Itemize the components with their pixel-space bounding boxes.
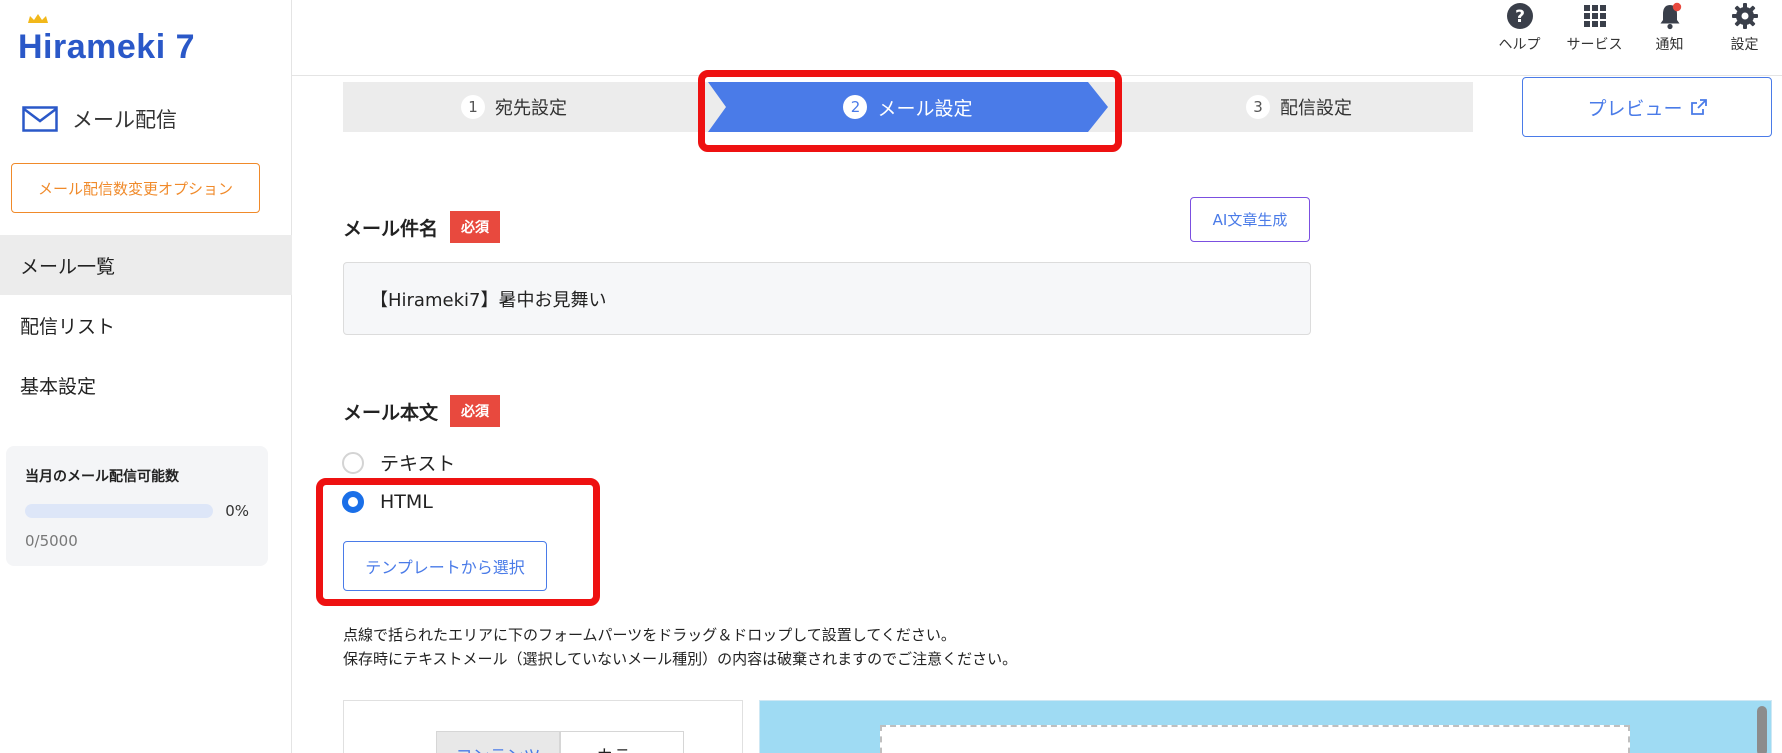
radio-text-option[interactable]: テキスト xyxy=(342,449,455,476)
bell-icon xyxy=(1660,2,1681,30)
notifications-label: 通知 xyxy=(1655,37,1684,53)
quota-count: 0/5000 xyxy=(25,532,78,550)
sidebar: Hirameki 7 メール配信 メール配信数変更オプション メール一覧 配信リ… xyxy=(0,0,292,753)
sidebar-item-mail-list[interactable]: メール一覧 xyxy=(0,235,292,295)
preview-button[interactable]: プレビュー xyxy=(1522,77,1772,137)
quota-percent: 0% xyxy=(225,502,249,520)
services-label: サービス xyxy=(1566,37,1623,53)
quota-card: 当月のメール配信可能数 0% 0/5000 xyxy=(6,446,268,566)
ai-generate-button[interactable]: AI文章生成 xyxy=(1190,197,1310,242)
body-label: メール本文 xyxy=(343,401,439,424)
header-icons: ? ヘルプ サービス 通知 設定 xyxy=(1482,0,1782,60)
subject-label-row: メール件名 必須 xyxy=(343,211,501,243)
app-logo[interactable]: Hirameki 7 xyxy=(18,14,195,66)
help-button[interactable]: ? ヘルプ xyxy=(1482,0,1557,60)
drop-zone[interactable] xyxy=(880,725,1630,753)
sidebar-item-basic-settings[interactable]: 基本設定 xyxy=(0,355,292,415)
section-heading: メール配信 xyxy=(22,104,177,134)
quota-title: 当月のメール配信可能数 xyxy=(25,469,179,485)
quota-progress-bar xyxy=(25,504,214,518)
step-recipients[interactable]: 1 宛先設定 xyxy=(461,82,567,132)
step-label: 配信設定 xyxy=(1280,98,1352,119)
option-button[interactable]: メール配信数変更オプション xyxy=(11,163,260,213)
help-icon: ? xyxy=(1506,3,1533,29)
editor-parts-panel: コンテンツ カラー xyxy=(343,700,743,753)
grid-icon xyxy=(1583,5,1606,27)
editor-tabs: コンテンツ カラー xyxy=(436,731,684,753)
instruction-line: 点線で括られたエリアに下のフォームパーツをドラッグ＆ドロップして設置してください… xyxy=(343,626,956,644)
tab-contents[interactable]: コンテンツ xyxy=(436,731,560,753)
services-button[interactable]: サービス xyxy=(1557,0,1632,60)
step-delivery-settings[interactable]: 3 配信設定 xyxy=(1246,82,1352,132)
radio-text[interactable] xyxy=(342,451,364,474)
help-label: ヘルプ xyxy=(1498,37,1541,53)
top-header: ? ヘルプ サービス 通知 設定 xyxy=(292,0,1782,76)
preview-label: プレビュー xyxy=(1587,97,1683,120)
highlight-box-step xyxy=(698,70,1122,152)
step-number: 1 xyxy=(461,95,485,119)
notification-badge xyxy=(1672,2,1681,12)
notifications-button[interactable]: 通知 xyxy=(1632,0,1707,60)
scrollbar[interactable] xyxy=(1757,706,1767,753)
settings-button[interactable]: 設定 xyxy=(1707,0,1782,60)
tab-color[interactable]: カラー xyxy=(560,731,684,753)
editor-canvas-area xyxy=(759,700,1772,753)
body-label-row: メール本文 必須 xyxy=(343,395,501,427)
required-badge: 必須 xyxy=(450,211,501,243)
logo-text: Hirameki 7 xyxy=(18,28,195,66)
envelope-icon xyxy=(22,106,58,132)
subject-label: メール件名 xyxy=(343,217,439,240)
settings-label: 設定 xyxy=(1730,37,1759,53)
svg-text:?: ? xyxy=(1515,7,1525,27)
crown-icon xyxy=(28,14,48,23)
section-title: メール配信 xyxy=(72,108,177,132)
instructions: 点線で括られたエリアに下のフォームパーツをドラッグ＆ドロップして設置してください… xyxy=(343,623,1017,671)
step-label: 宛先設定 xyxy=(495,98,567,119)
sidebar-nav: メール一覧 配信リスト 基本設定 xyxy=(0,235,292,415)
subject-input[interactable]: 【Hirameki7】暑中お見舞い xyxy=(343,262,1311,335)
step-number: 3 xyxy=(1246,95,1270,119)
highlight-box-format xyxy=(316,478,600,606)
radio-text-label: テキスト xyxy=(380,453,456,475)
sidebar-item-delivery-list[interactable]: 配信リスト xyxy=(0,295,292,355)
external-link-icon xyxy=(1690,99,1707,115)
gear-icon xyxy=(1731,3,1758,29)
instruction-line: 保存時にテキストメール（選択していないメール種別）の内容は破棄されますのでご注意… xyxy=(343,650,1018,668)
required-badge: 必須 xyxy=(450,395,501,427)
